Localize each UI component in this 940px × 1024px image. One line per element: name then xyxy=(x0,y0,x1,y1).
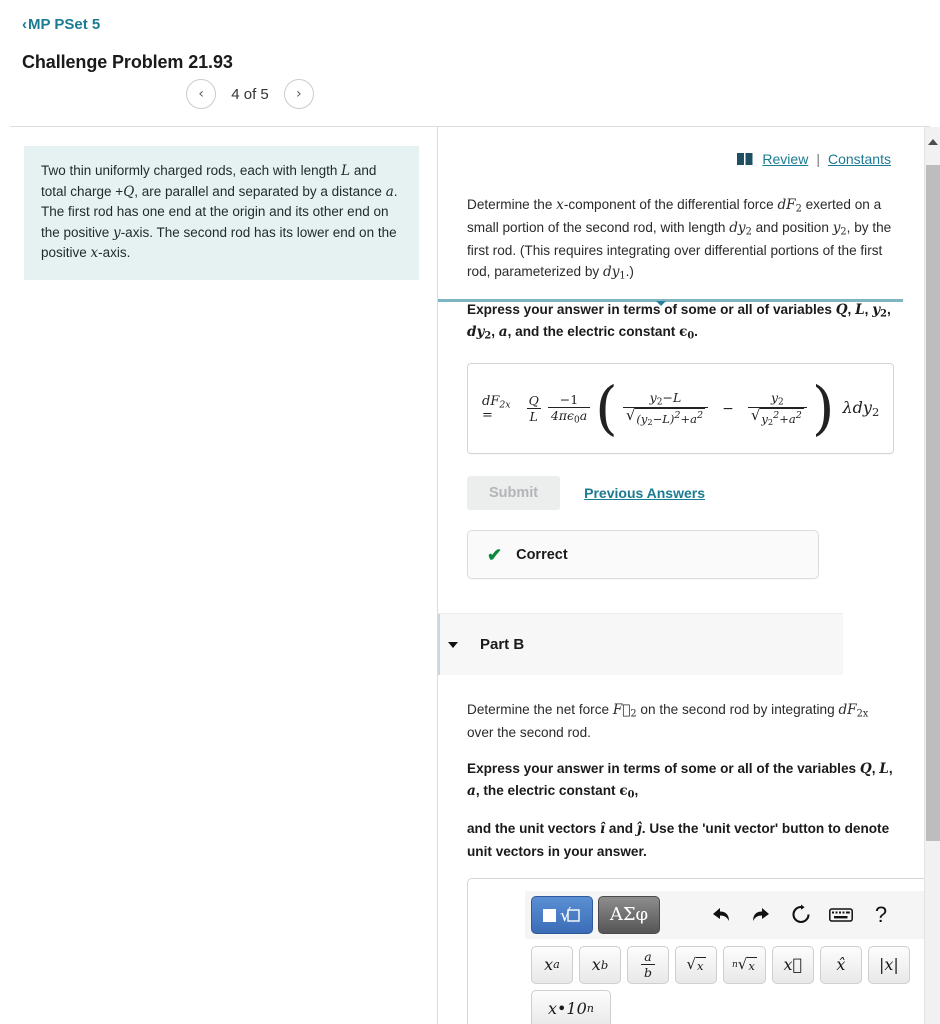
review-link[interactable]: Review xyxy=(762,151,808,167)
answer-term-1: y2−L √ (y2−L)2+a2 xyxy=(622,390,709,428)
term1-numerator: y2−L xyxy=(649,390,682,408)
part-a-collapse-caret-icon[interactable] xyxy=(656,301,666,306)
part-b-answer-box[interactable]: √ ΑΣφ ? x a x b a b √ x n √ x x⃗ x̂ |x| … xyxy=(467,877,937,1024)
frac2-numerator: −1 xyxy=(559,392,579,408)
answer-lhs: dF2x = xyxy=(482,395,511,422)
part-a-instruction: Express your answer in terms of some or … xyxy=(467,301,891,342)
part-a-feedback-banner: ✔ Correct xyxy=(467,530,819,580)
answer-lhs-symbol: dF xyxy=(482,394,500,410)
paren-close: ) xyxy=(811,373,835,442)
reset-icon[interactable] xyxy=(781,896,821,934)
svg-text:√: √ xyxy=(560,906,571,926)
part-b-body: Determine the net force F⃗2 on the secon… xyxy=(438,675,940,861)
part-b-question: Determine the net force F⃗2 on the secon… xyxy=(467,702,869,741)
chevron-left-icon: ‹ xyxy=(22,16,27,33)
part-b-instruction-line-2: and the unit vectors î and ĵ. Use the 'u… xyxy=(467,821,890,859)
left-panel: Two thin uniformly charged rods, each wi… xyxy=(0,127,437,1024)
term2-numerator: y2 xyxy=(770,390,784,408)
answer-fraction-minus-one: −1 4πϵ0a xyxy=(547,392,591,425)
top-header: ‹ MP PSet 5 Challenge Problem 21.93 xyxy=(0,0,940,73)
pager-prev-button[interactable]: ‹ xyxy=(186,79,217,109)
part-a-answer-box[interactable]: dF2x = Q L −1 4πϵ0a ( y2−L √(y2−L)2+a2 xyxy=(467,363,894,455)
right-panel: Review | Constants Determine the x-compo… xyxy=(438,127,940,1024)
part-b-instruction-line-1: Express your answer in terms of some or … xyxy=(467,761,893,802)
part-a-question: Determine the x-component of the differe… xyxy=(467,197,892,282)
vector-key[interactable]: x⃗ xyxy=(771,945,814,984)
sqrt-icon-term2: √ y22+a2 xyxy=(750,406,804,428)
absolute-value-key[interactable]: |x| xyxy=(867,945,910,984)
greek-symbols-mode-button[interactable]: ΑΣφ xyxy=(598,895,660,934)
problem-statement: Two thin uniformly charged rods, each wi… xyxy=(24,146,419,280)
review-constants-row: Review | Constants xyxy=(438,127,940,167)
scrollbar-thumb[interactable] xyxy=(926,165,940,841)
content-scrollbar[interactable] xyxy=(924,127,940,1024)
answer-term-2: y2 √ y22+a2 xyxy=(747,390,807,428)
scroll-up-arrow-icon[interactable] xyxy=(928,139,938,145)
previous-answers-link[interactable]: Previous Answers xyxy=(584,485,705,501)
term2-denominator: √ y22+a2 xyxy=(747,406,807,428)
frac1-denominator: L xyxy=(526,408,541,424)
breadcrumb-label: MP PSet 5 xyxy=(28,16,101,33)
page-title: Challenge Problem 21.93 xyxy=(22,52,233,72)
answer-trailing-lambda-dy2: λdy2 xyxy=(842,398,880,420)
book-icon xyxy=(737,153,753,165)
keyboard-icon[interactable] xyxy=(821,896,861,934)
pager-next-button[interactable]: › xyxy=(283,79,314,109)
status-badge: Correct xyxy=(516,546,568,563)
redo-icon[interactable] xyxy=(741,896,781,934)
sqrt-icon-term1: √ (y2−L)2+a2 xyxy=(625,406,706,428)
constants-link[interactable]: Constants xyxy=(828,151,891,167)
superscript-key[interactable]: xa xyxy=(531,945,573,984)
breadcrumb-back-link[interactable]: ‹ MP PSet 5 xyxy=(22,17,100,32)
undo-icon[interactable] xyxy=(701,896,741,934)
sqrt-key[interactable]: √ x xyxy=(675,945,717,984)
frac1-numerator: Q xyxy=(528,393,539,409)
part-a-accent-bar xyxy=(438,299,903,302)
math-palette-keys: xa xb ab √ x n √ x x⃗ x̂ |x| x•10 n xyxy=(525,938,936,1024)
part-a-body: Determine the x-component of the differe… xyxy=(438,167,940,344)
part-a-action-row: Submit Previous Answers xyxy=(467,476,940,511)
subscript-key[interactable]: xb xyxy=(579,945,621,984)
math-template-mode-button[interactable]: √ xyxy=(531,895,593,934)
check-icon: ✔ xyxy=(487,544,503,565)
part-b-title: Part B xyxy=(480,636,525,654)
fraction-key[interactable]: ab xyxy=(627,945,669,984)
answer-equals: = xyxy=(482,408,493,424)
paren-open: ( xyxy=(595,373,618,442)
unit-vector-key[interactable]: x̂ xyxy=(819,945,862,984)
answer-lhs-subscript: 2x xyxy=(499,399,511,411)
pager-label: 4 of 5 xyxy=(231,85,269,103)
link-separator: | xyxy=(816,151,820,167)
submit-button[interactable]: Submit xyxy=(467,476,561,511)
term1-denominator: √ (y2−L)2+a2 xyxy=(622,406,709,428)
part-b-collapse-caret-icon[interactable] xyxy=(448,641,458,648)
help-icon[interactable]: ? xyxy=(861,896,901,934)
content-area: Two thin uniformly charged rods, each wi… xyxy=(0,127,940,1024)
answer-fraction-q-over-l: Q L xyxy=(526,393,542,424)
frac2-denominator: 4πϵ0a xyxy=(547,407,591,425)
math-palette-toolbar: √ ΑΣφ ? xyxy=(525,890,936,939)
scientific-notation-key[interactable]: x•10 n xyxy=(531,989,611,1024)
pager: ‹ 4 of 5 › xyxy=(0,79,940,109)
math-palette: √ ΑΣφ ? x a x b a b √ x n √ x x⃗ x̂ |x| … xyxy=(525,890,936,1024)
nth-root-key[interactable]: n √ x xyxy=(723,945,766,984)
part-b-header[interactable]: Part B xyxy=(438,613,843,676)
answer-operator-minus: − xyxy=(722,400,734,417)
part-a-answer-expression: dF2x = Q L −1 4πϵ0a ( y2−L √(y2−L)2+a2 xyxy=(482,373,880,442)
